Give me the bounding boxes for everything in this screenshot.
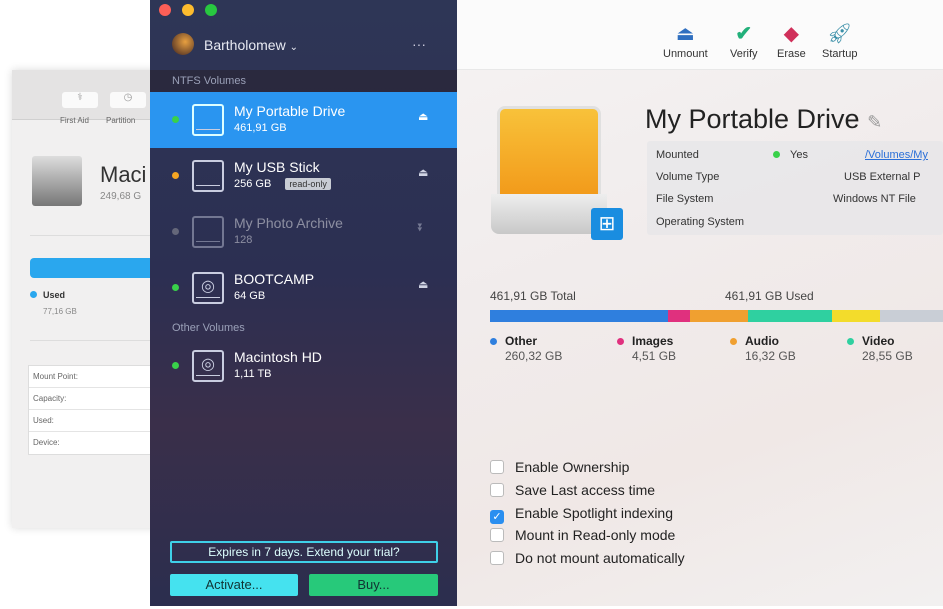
segment-free xyxy=(880,310,943,322)
activate-button[interactable]: Activate... xyxy=(170,574,298,596)
drive-title-text: My Portable Drive xyxy=(645,104,860,134)
segment-video xyxy=(748,310,832,322)
startup-label: Startup xyxy=(822,48,858,60)
used-label: Used xyxy=(43,290,66,300)
enable-ownership-checkbox[interactable]: Enable Ownership xyxy=(490,458,629,476)
file-system-value: Windows NT File xyxy=(833,193,916,205)
hard-disk-icon: ◎ xyxy=(192,350,224,382)
info-row: Used: xyxy=(29,410,161,432)
rocket-icon: 🚀︎ xyxy=(827,23,853,45)
main-pane: ⏏ Unmount ✔ Verify ◆ Erase 🚀︎ Startup ⊞ My P… xyxy=(457,0,943,606)
mount-path-link[interactable]: /Volumes/My xyxy=(865,149,928,161)
status-dot xyxy=(773,151,780,158)
eject-icon: ⏏ xyxy=(675,23,695,45)
drive-image: ⊞ xyxy=(491,106,623,240)
hard-disk-icon xyxy=(32,156,82,206)
status-dot xyxy=(172,172,179,179)
status-dot xyxy=(172,228,179,235)
checkmark-icon: ✔ xyxy=(735,23,753,45)
eraser-icon: ◆ xyxy=(783,23,800,45)
os-label: Operating System xyxy=(656,216,745,228)
avatar[interactable] xyxy=(172,33,194,55)
stethoscope-icon[interactable]: ⚕ xyxy=(62,92,98,108)
legend-video: Video 28,55 GB xyxy=(847,334,913,363)
pencil-icon[interactable]: ✎ xyxy=(867,112,882,132)
mount-icon[interactable]: ⏬︎ xyxy=(418,222,424,235)
read-only-mode-checkbox[interactable]: Mount in Read-only mode xyxy=(490,526,675,544)
enable-spotlight-checkbox[interactable]: ✓ Enable Spotlight indexing xyxy=(490,504,673,524)
legend-audio: Audio 16,32 GB xyxy=(730,334,796,363)
info-table: Mount Point: Capacity: Used: Device: xyxy=(28,365,162,455)
erase-label: Erase xyxy=(777,48,806,60)
partition-icon[interactable]: ◷ xyxy=(110,92,146,108)
disk-name: Maci xyxy=(100,162,147,187)
disk-size: 249,68 G xyxy=(100,191,142,202)
unmount-button[interactable]: ⏏ Unmount xyxy=(663,22,708,60)
used-value: 77,16 GB xyxy=(43,307,77,316)
read-only-badge: read-only xyxy=(285,178,331,190)
segment-audio xyxy=(690,310,748,322)
volume-type-label: Volume Type xyxy=(656,171,720,183)
eject-icon[interactable]: ⏏ xyxy=(418,166,428,179)
volume-type-value: USB External P xyxy=(844,171,921,183)
volume-item[interactable]: ◎ Macintosh HD 1,11 TB xyxy=(150,338,457,394)
drive-icon xyxy=(192,104,224,136)
status-dot xyxy=(172,116,179,123)
volume-item[interactable]: ◎ BOOTCAMP 64 GB ⏏ xyxy=(150,260,457,316)
first-aid-label: First Aid xyxy=(60,116,89,125)
info-row: Capacity: xyxy=(29,388,161,410)
zoom-button[interactable] xyxy=(205,4,217,16)
chevron-down-icon: ⌄ xyxy=(289,42,298,53)
windows-icon: ⊞ xyxy=(591,208,623,240)
segment-images xyxy=(668,310,690,322)
disk-utility-window: ⚕ First Aid ◷ Partition Maci 249,68 G Us… xyxy=(12,70,162,528)
verify-label: Verify xyxy=(730,48,758,60)
info-row: Device: xyxy=(33,438,60,447)
do-not-mount-checkbox[interactable]: Do not mount automatically xyxy=(490,549,685,567)
eject-icon[interactable]: ⏏ xyxy=(418,110,428,123)
buy-button[interactable]: Buy... xyxy=(309,574,438,596)
section-ntfs: NTFS Volumes xyxy=(150,70,457,92)
user-menu[interactable]: Bartholomew ⌄ xyxy=(204,37,298,53)
startup-button[interactable]: 🚀︎ Startup xyxy=(822,22,857,60)
usage-bar xyxy=(30,258,162,278)
unmount-label: Unmount xyxy=(663,48,708,60)
properties-panel: Mounted Yes /Volumes/My Volume Type USB … xyxy=(647,141,943,235)
status-dot xyxy=(172,284,179,291)
section-other: Other Volumes xyxy=(172,322,245,334)
close-button[interactable] xyxy=(159,4,171,16)
drive-title[interactable]: My Portable Drive ✎ xyxy=(645,104,882,135)
segment-yellow xyxy=(832,310,880,322)
erase-button[interactable]: ◆ Erase xyxy=(777,22,806,60)
info-row: Mount Point: xyxy=(29,366,161,388)
save-last-access-checkbox[interactable]: Save Last access time xyxy=(490,481,655,499)
storage-bar xyxy=(490,310,943,322)
drive-icon xyxy=(192,216,224,248)
checkmark-icon: ✓ xyxy=(490,510,504,524)
used-size: 461,91 GB Used xyxy=(725,289,814,303)
back-toolbar: ⚕ First Aid ◷ Partition xyxy=(12,70,162,125)
hard-disk-icon: ◎ xyxy=(192,272,224,304)
sidebar: Bartholomew ⌄ ··· NTFS Volumes My Portab… xyxy=(150,0,457,606)
mounted-label: Mounted xyxy=(656,149,699,161)
legend-images: Images 4,51 GB xyxy=(617,334,676,363)
file-system-label: File System xyxy=(656,193,714,205)
verify-button[interactable]: ✔ Verify xyxy=(730,22,758,60)
volume-item[interactable]: My Portable Drive 461,91 GB ⏏ xyxy=(150,92,457,148)
drive-icon xyxy=(192,160,224,192)
partition-label: Partition xyxy=(106,116,136,125)
mounted-value: Yes xyxy=(790,149,808,161)
minimize-button[interactable] xyxy=(182,4,194,16)
volume-item[interactable]: My USB Stick 256 GB read-only ⏏ xyxy=(150,148,457,204)
toolbar: ⏏ Unmount ✔ Verify ◆ Erase 🚀︎ Startup xyxy=(457,0,943,70)
total-size: 461,91 GB Total xyxy=(490,289,576,303)
segment-other xyxy=(490,310,668,322)
status-dot xyxy=(172,362,179,369)
volume-item[interactable]: My Photo Archive 128 ⏬︎ xyxy=(150,204,457,260)
eject-icon[interactable]: ⏏ xyxy=(418,278,428,291)
more-icon[interactable]: ··· xyxy=(412,36,426,52)
extend-trial-link[interactable]: Expires in 7 days. Extend your trial? xyxy=(170,541,438,563)
legend-other: Other 260,32 GB xyxy=(490,334,562,363)
